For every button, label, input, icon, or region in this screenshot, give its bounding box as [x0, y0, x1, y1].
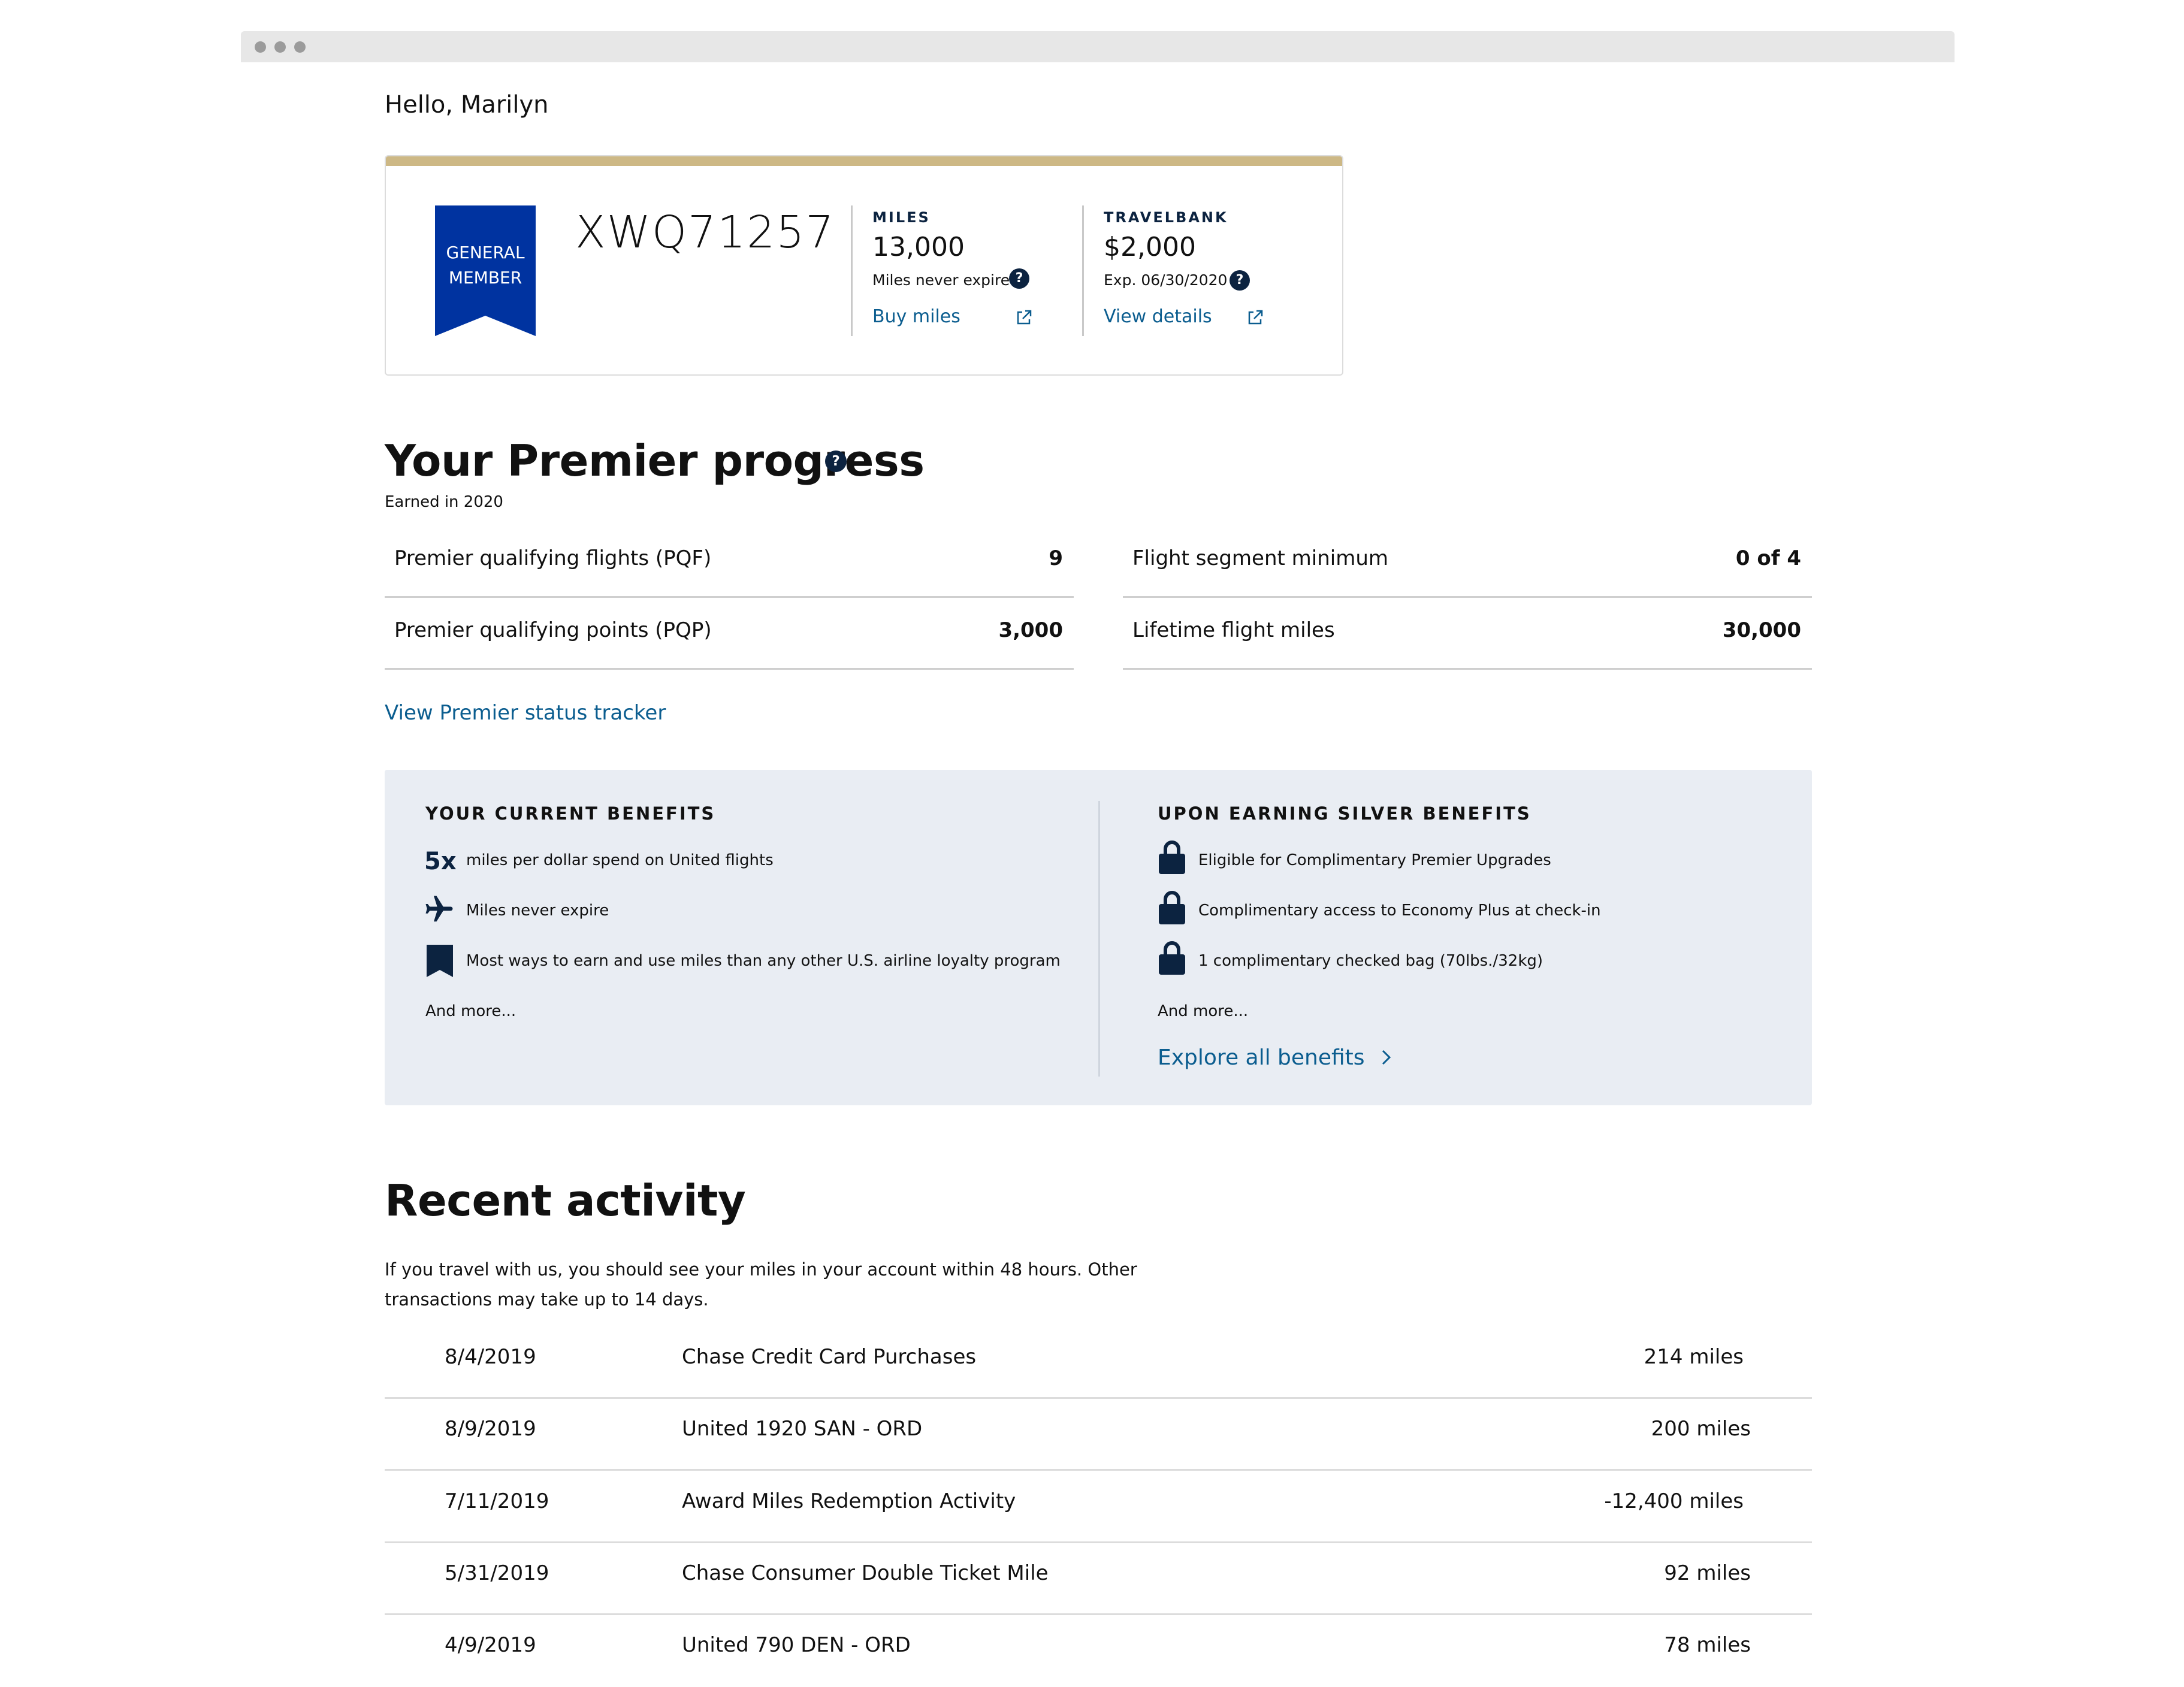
travelbank-value: $2,000: [1104, 232, 1196, 262]
airplane-icon: [425, 896, 453, 922]
activity-date: 8/4/2019: [445, 1345, 536, 1369]
travelbank-label: TRAVELBANK: [1104, 209, 1228, 226]
stat-label: Premier qualifying points (PQP): [394, 618, 712, 642]
recent-activity-intro: If you travel with us, you should see yo…: [385, 1259, 1137, 1310]
stat-label: Flight segment minimum: [1132, 546, 1389, 570]
window-dot-icon[interactable]: [255, 41, 266, 53]
benefit-item: Complimentary access to Economy Plus at …: [1198, 902, 1601, 920]
activity-description: Award Miles Redemption Activity: [682, 1489, 1016, 1513]
activity-row: 4/9/2019 United 790 DEN - ORD 78 miles: [385, 1615, 1812, 1687]
activity-amount: 200 miles: [1651, 1417, 1751, 1441]
browser-title-bar: [241, 31, 1955, 62]
activity-description: Chase Credit Card Purchases: [682, 1345, 977, 1369]
lock-icon: [1159, 941, 1185, 975]
recent-activity-title: Recent activity: [385, 1175, 746, 1226]
benefit-item: Most ways to earn and use miles than any…: [466, 952, 1061, 970]
benefit-item: 1 complimentary checked bag (70lbs./32kg…: [1198, 952, 1543, 970]
premier-status-tracker-link[interactable]: View Premier status tracker: [385, 701, 666, 725]
card-accent-bar: [386, 156, 1342, 166]
stat-row: Flight segment minimum 0 of 4: [1123, 527, 1812, 598]
miles-label: MILES: [872, 209, 931, 226]
lock-icon: [1159, 891, 1185, 924]
window-dot-icon[interactable]: [274, 41, 286, 53]
external-link-icon[interactable]: [1015, 309, 1033, 326]
miles-note: Miles never expire: [872, 271, 1010, 289]
stat-label: Premier qualifying flights (PQF): [394, 546, 712, 570]
external-link-icon[interactable]: [1246, 309, 1264, 326]
activity-date: 7/11/2019: [445, 1489, 549, 1513]
activity-amount: 214 miles: [1644, 1345, 1744, 1369]
silver-benefits-title: UPON EARNING SILVER BENEFITS: [1158, 803, 1531, 824]
current-benefits-more: And more...: [425, 1002, 516, 1020]
column-divider: [851, 205, 853, 336]
stat-row: Premier qualifying points (PQP) 3,000: [385, 599, 1074, 670]
stat-row: Lifetime flight miles 30,000: [1123, 599, 1812, 670]
tier-line-1: GENERAL: [446, 243, 525, 262]
bookmark-icon: [427, 945, 453, 977]
stat-row: Premier qualifying flights (PQF) 9: [385, 527, 1074, 598]
window-dot-icon[interactable]: [294, 41, 306, 53]
help-icon[interactable]: ?: [825, 451, 847, 472]
stat-value: 9: [1049, 546, 1063, 570]
member-number: XWQ71257: [575, 207, 835, 258]
five-x-icon: 5x: [424, 848, 457, 875]
activity-amount: 92 miles: [1664, 1561, 1751, 1585]
activity-row: 8/4/2019 Chase Credit Card Purchases 214…: [385, 1327, 1812, 1399]
activity-amount: 78 miles: [1664, 1633, 1751, 1657]
member-tier-label: GENERAL MEMBER: [435, 240, 536, 291]
column-divider: [1082, 205, 1084, 336]
silver-benefits-more: And more...: [1158, 1002, 1249, 1020]
benefits-divider: [1098, 801, 1100, 1077]
view-details-link[interactable]: View details: [1104, 306, 1212, 327]
activity-row: 5/31/2019 Chase Consumer Double Ticket M…: [385, 1543, 1812, 1615]
membership-card: GENERAL MEMBER XWQ71257 MILES 13,000 Mil…: [385, 155, 1343, 376]
activity-description: United 790 DEN - ORD: [682, 1633, 911, 1657]
activity-row: 7/11/2019 Award Miles Redemption Activit…: [385, 1471, 1812, 1543]
benefits-panel: YOUR CURRENT BENEFITS 5x miles per dolla…: [385, 770, 1812, 1105]
activity-description: United 1920 SAN - ORD: [682, 1417, 923, 1441]
activity-date: 5/31/2019: [445, 1561, 549, 1585]
earned-year: Earned in 2020: [385, 493, 503, 511]
benefit-item: Miles never expire: [466, 902, 609, 920]
greeting: Hello, Marilyn: [385, 91, 549, 119]
help-icon[interactable]: ?: [1009, 268, 1029, 289]
stat-value: 30,000: [1722, 618, 1801, 642]
help-icon[interactable]: ?: [1230, 270, 1250, 291]
stat-value: 0 of 4: [1735, 546, 1801, 570]
lock-icon: [1159, 841, 1185, 874]
stat-value: 3,000: [998, 618, 1063, 642]
activity-date: 4/9/2019: [445, 1633, 536, 1657]
stat-label: Lifetime flight miles: [1132, 618, 1335, 642]
activity-amount: -12,400 miles: [1604, 1489, 1744, 1513]
explore-all-benefits-link[interactable]: Explore all benefits: [1158, 1045, 1393, 1070]
miles-value: 13,000: [872, 232, 965, 262]
chevron-right-icon: [1382, 1050, 1391, 1065]
activity-description: Chase Consumer Double Ticket Mile: [682, 1561, 1049, 1585]
buy-miles-link[interactable]: Buy miles: [872, 306, 960, 327]
explore-all-benefits-label: Explore all benefits: [1158, 1045, 1365, 1070]
tier-line-2: MEMBER: [448, 268, 522, 288]
benefit-item: Eligible for Complimentary Premier Upgra…: [1198, 851, 1551, 869]
travelbank-note: Exp. 06/30/2020: [1104, 271, 1228, 289]
benefit-item: miles per dollar spend on United flights: [466, 851, 774, 869]
current-benefits-title: YOUR CURRENT BENEFITS: [425, 803, 716, 824]
activity-row: 8/9/2019 United 1920 SAN - ORD 200 miles: [385, 1399, 1812, 1471]
activity-date: 8/9/2019: [445, 1417, 536, 1441]
